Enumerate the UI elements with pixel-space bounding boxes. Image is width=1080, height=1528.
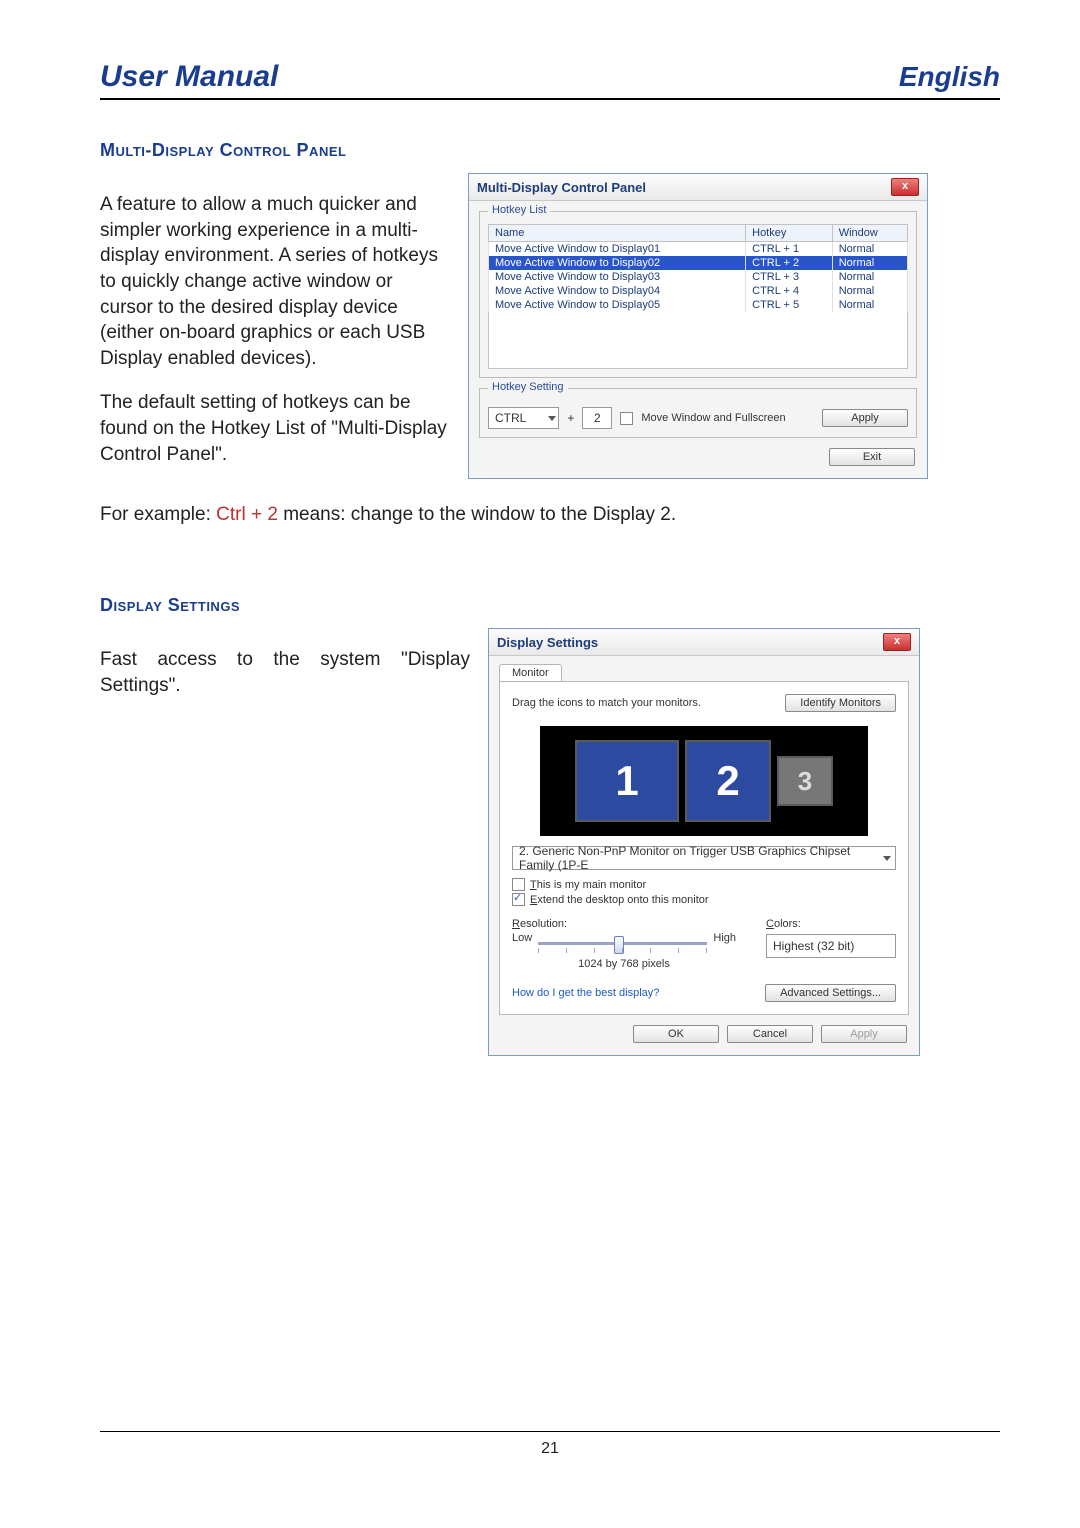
example-rest: means: change to the window to the Displ… bbox=[283, 504, 676, 525]
chevron-down-icon bbox=[883, 856, 891, 861]
hotkey-number-input[interactable]: 2 bbox=[582, 407, 612, 429]
hotkey-list-label: Hotkey List bbox=[488, 204, 550, 216]
apply-button[interactable]: Apply bbox=[822, 409, 908, 427]
cell-name: Move Active Window to Display01 bbox=[489, 242, 746, 257]
accel: T bbox=[530, 879, 537, 891]
page-footer: 21 bbox=[100, 1431, 1000, 1458]
cancel-button[interactable]: Cancel bbox=[727, 1025, 813, 1043]
label-rest: his is my main monitor bbox=[537, 879, 646, 891]
exit-button[interactable]: Exit bbox=[829, 448, 915, 466]
col-hotkey[interactable]: Hotkey bbox=[746, 225, 833, 242]
colors-value: Highest (32 bit) bbox=[773, 939, 854, 953]
cell-hotkey: CTRL + 1 bbox=[746, 242, 833, 257]
dialog2-title: Display Settings bbox=[497, 635, 598, 650]
cell-hotkey: CTRL + 2 bbox=[746, 256, 833, 270]
tab-monitor[interactable]: Monitor bbox=[499, 664, 562, 681]
cell-name: Move Active Window to Display05 bbox=[489, 298, 746, 312]
table-row[interactable]: Move Active Window to Display02 CTRL + 2… bbox=[489, 256, 908, 270]
cell-hotkey: CTRL + 3 bbox=[746, 270, 833, 284]
label-rest: esolution: bbox=[520, 918, 567, 930]
advanced-settings-button[interactable]: Advanced Settings... bbox=[765, 984, 896, 1002]
hotkey-table[interactable]: Name Hotkey Window Move Active Window to… bbox=[488, 224, 908, 312]
section1-para1: A feature to allow a much quicker and si… bbox=[100, 192, 450, 371]
section-display-settings-heading: Display Settings bbox=[100, 595, 1000, 616]
header-title: User Manual bbox=[100, 60, 278, 94]
cell-hotkey: CTRL + 5 bbox=[746, 298, 833, 312]
hotkey-table-empty-area bbox=[488, 312, 908, 369]
resolution-label: Resolution: bbox=[512, 918, 567, 930]
help-link[interactable]: How do I get the best display? bbox=[512, 987, 659, 999]
ok-button[interactable]: OK bbox=[633, 1025, 719, 1043]
cell-hotkey: CTRL + 4 bbox=[746, 284, 833, 298]
example-label: For example: bbox=[100, 504, 216, 525]
chevron-down-icon bbox=[548, 416, 556, 421]
header-language: English bbox=[899, 61, 1000, 93]
hotkey-number-value: 2 bbox=[594, 411, 601, 425]
col-window[interactable]: Window bbox=[832, 225, 907, 242]
cell-window: Normal bbox=[832, 256, 907, 270]
table-row[interactable]: Move Active Window to Display01 CTRL + 1… bbox=[489, 242, 908, 257]
monitor-select-dropdown[interactable]: 2. Generic Non-PnP Monitor on Trigger US… bbox=[512, 846, 896, 870]
colors-label: Colors: bbox=[766, 918, 801, 930]
accel: R bbox=[512, 918, 520, 930]
cell-window: Normal bbox=[832, 270, 907, 284]
dialog1-title: Multi-Display Control Panel bbox=[477, 180, 646, 195]
monitor-2[interactable]: 2 bbox=[685, 740, 771, 822]
slider-high-label: High bbox=[713, 932, 736, 954]
section2-para: Fast access to the system "Display Setti… bbox=[100, 647, 470, 698]
page-header: User Manual English bbox=[100, 60, 1000, 100]
cell-name: Move Active Window to Display02 bbox=[489, 256, 746, 270]
monitor-layout-area[interactable]: 1 2 3 bbox=[540, 726, 868, 836]
modifier-value: CTRL bbox=[495, 411, 526, 425]
cell-window: Normal bbox=[832, 242, 907, 257]
monitor-select-value: 2. Generic Non-PnP Monitor on Trigger US… bbox=[519, 844, 883, 872]
colors-dropdown[interactable]: Highest (32 bit) bbox=[766, 934, 896, 958]
table-row[interactable]: Move Active Window to Display05 CTRL + 5… bbox=[489, 298, 908, 312]
hotkey-setting-label: Hotkey Setting bbox=[488, 381, 568, 393]
main-monitor-label: This is my main monitor bbox=[530, 879, 646, 891]
cell-name: Move Active Window to Display04 bbox=[489, 284, 746, 298]
modifier-dropdown[interactable]: CTRL bbox=[488, 407, 559, 429]
fullscreen-checkbox[interactable] bbox=[620, 412, 633, 425]
table-row[interactable]: Move Active Window to Display04 CTRL + 4… bbox=[489, 284, 908, 298]
apply-button[interactable]: Apply bbox=[821, 1025, 907, 1043]
example-line: For example: Ctrl + 2 means: change to t… bbox=[100, 504, 1000, 526]
fullscreen-checkbox-label: Move Window and Fullscreen bbox=[641, 412, 785, 424]
drag-instruction: Drag the icons to match your monitors. bbox=[512, 697, 701, 709]
page-number: 21 bbox=[541, 1440, 559, 1457]
cell-window: Normal bbox=[832, 298, 907, 312]
close-icon[interactable]: x bbox=[891, 178, 919, 196]
extend-desktop-checkbox[interactable] bbox=[512, 893, 525, 906]
label-rest: olors: bbox=[774, 918, 801, 930]
cell-window: Normal bbox=[832, 284, 907, 298]
monitor-3[interactable]: 3 bbox=[777, 756, 833, 806]
slider-low-label: Low bbox=[512, 932, 532, 954]
section-multi-display-heading: Multi-Display Control Panel bbox=[100, 140, 1000, 161]
multi-display-dialog: Multi-Display Control Panel x Hotkey Lis… bbox=[468, 173, 928, 479]
resolution-value: 1024 by 768 pixels bbox=[512, 958, 736, 970]
display-settings-dialog: Display Settings x Monitor Drag the icon… bbox=[488, 628, 920, 1056]
extend-desktop-label: Extend the desktop onto this monitor bbox=[530, 894, 709, 906]
monitor-1[interactable]: 1 bbox=[575, 740, 679, 822]
accel: C bbox=[766, 918, 774, 930]
example-hotkey: Ctrl + 2 bbox=[216, 504, 278, 525]
main-monitor-checkbox[interactable] bbox=[512, 878, 525, 891]
cell-name: Move Active Window to Display03 bbox=[489, 270, 746, 284]
plus-sign: + bbox=[567, 411, 574, 425]
identify-monitors-button[interactable]: Identify Monitors bbox=[785, 694, 896, 712]
resolution-slider[interactable] bbox=[538, 932, 707, 954]
section1-para2: The default setting of hotkeys can be fo… bbox=[100, 390, 450, 467]
col-name[interactable]: Name bbox=[489, 225, 746, 242]
label-rest: xtend the desktop onto this monitor bbox=[537, 894, 708, 906]
table-row[interactable]: Move Active Window to Display03 CTRL + 3… bbox=[489, 270, 908, 284]
close-icon[interactable]: x bbox=[883, 633, 911, 651]
